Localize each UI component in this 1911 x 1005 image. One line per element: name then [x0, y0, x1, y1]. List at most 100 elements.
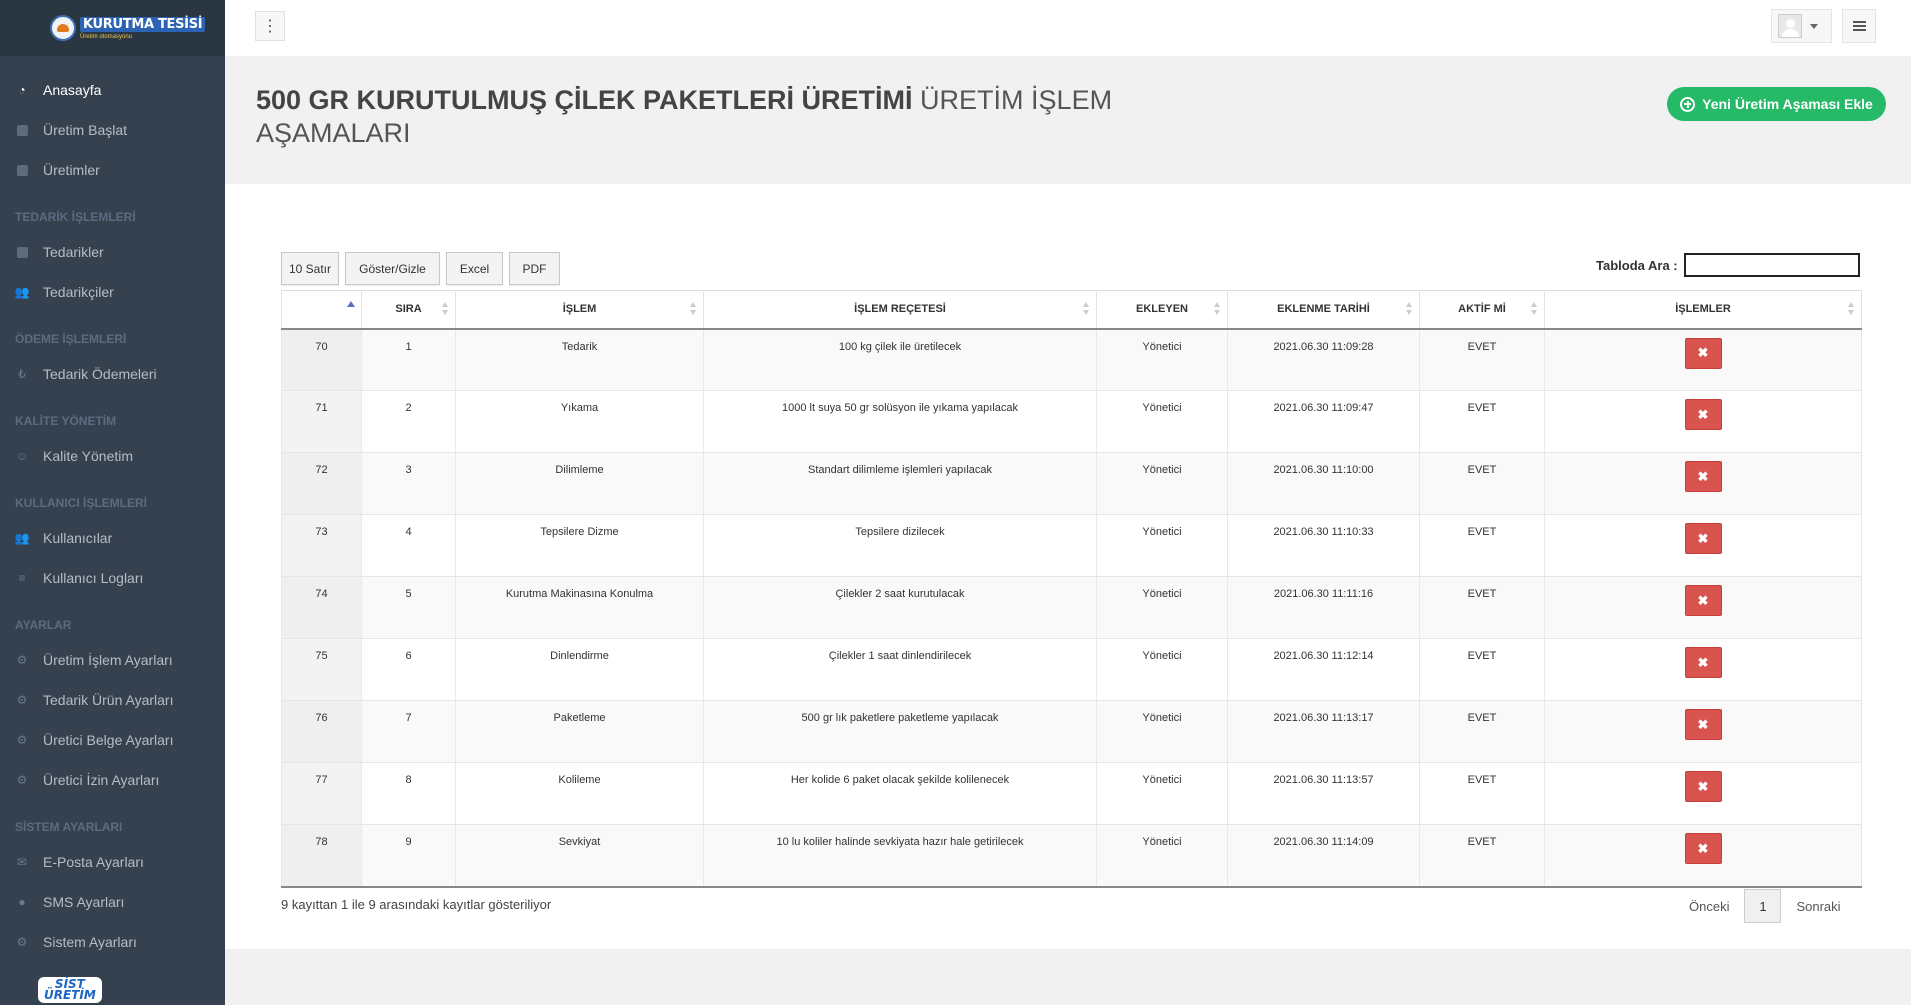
delete-button[interactable]: ✖: [1684, 461, 1722, 492]
quick-sidebar-toggle[interactable]: [1842, 9, 1876, 43]
column-header-id[interactable]: [281, 290, 362, 330]
sidebar-item[interactable]: ✉ E-Posta Ayarları: [0, 842, 225, 882]
sidebar-item[interactable]: 👥 Kullanıcılar: [0, 518, 225, 558]
cell-ekleyen: Yönetici: [1096, 824, 1228, 888]
caret-down-icon: [1810, 23, 1818, 29]
sidebar-item[interactable]: ● SMS Ayarları: [0, 882, 225, 922]
close-icon: ✖: [1697, 592, 1709, 608]
cell-actions: ✖: [1544, 762, 1862, 825]
sidebar-item-label: Üretimler: [43, 162, 100, 178]
gears-icon: ⚙: [16, 693, 28, 707]
column-header-aktif[interactable]: AKTİF Mİ: [1419, 290, 1545, 330]
delete-button[interactable]: ✖: [1684, 771, 1722, 802]
cell-sira: 8: [361, 762, 456, 825]
column-visibility-button[interactable]: Göster/Gizle: [345, 252, 440, 285]
table-row: 70 1 Tedarik 100 kg çilek ile üretilecek Yön…: [281, 328, 1862, 391]
money-icon: ₺: [18, 367, 26, 381]
delete-button[interactable]: ✖: [1684, 399, 1722, 430]
sidebar-item[interactable]: ⚙ Üretim İşlem Ayarları: [0, 640, 225, 680]
delete-button[interactable]: ✖: [1684, 647, 1722, 678]
cell-actions: ✖: [1544, 514, 1862, 577]
brand-tagline: Üretim otomasyonu: [80, 33, 133, 40]
page-1-button[interactable]: 1: [1744, 889, 1782, 923]
export-excel-button[interactable]: Excel: [446, 252, 503, 285]
add-stage-label: Yeni Üretim Aşaması Ekle: [1702, 96, 1873, 112]
cell-tarih: 2021.06.30 11:13:57: [1227, 762, 1420, 825]
cell-aktif: EVET: [1419, 328, 1545, 391]
sort-icon: [1406, 302, 1413, 316]
column-header-islemler[interactable]: İŞLEMLER: [1544, 290, 1862, 330]
sidebar-item-label: Tedarikçiler: [43, 284, 114, 300]
brand-logo[interactable]: KURUTMA TESİSİ Üretim otomasyonu: [0, 0, 225, 56]
table-row: 71 2 Yıkama 1000 lt suya 50 gr solüsyon ile…: [281, 390, 1862, 453]
delete-button[interactable]: ✖: [1684, 337, 1722, 369]
menu-toggle-button[interactable]: ⋮: [255, 11, 285, 41]
sidebar-item[interactable]: Üretimler: [0, 150, 225, 190]
sidebar-item[interactable]: ⚙ Sistem Ayarları: [0, 922, 225, 962]
sidebar-section-heading: ÖDEME İŞLEMLERİ: [15, 332, 127, 346]
close-icon: ✖: [1697, 345, 1709, 360]
cell-aktif: EVET: [1419, 638, 1545, 701]
sidebar-item-label: Üretici İzin Ayarları: [43, 772, 160, 788]
sidebar-item[interactable]: 👥 Tedarikçiler: [0, 272, 225, 312]
export-pdf-button[interactable]: PDF: [509, 252, 560, 285]
cell-actions: ✖: [1544, 328, 1862, 391]
sidebar-item[interactable]: ◔ Anasayfa: [0, 70, 225, 110]
delete-button[interactable]: ✖: [1684, 585, 1722, 616]
table-row: 73 4 Tepsilere Dizme Tepsilere dizilecek Yön…: [281, 514, 1862, 577]
cell-recete: Standart dilimleme işlemleri yapılacak: [703, 452, 1097, 515]
table-header-row: SIRA İŞLEM İŞLEM REÇETESİ EKLEYEN EKLENM…: [281, 290, 1862, 330]
cell-islem: Kurutma Makinasına Konulma: [455, 576, 704, 639]
user-menu-button[interactable]: [1771, 9, 1832, 43]
search-input[interactable]: [1683, 253, 1860, 277]
cell-islem: Tepsilere Dizme: [455, 514, 704, 577]
sidebar-item[interactable]: Tedarikler: [0, 232, 225, 272]
sidebar-item[interactable]: ⚙ Tedarik Ürün Ayarları: [0, 680, 225, 720]
cell-id: 70: [281, 328, 362, 391]
footer-logo: SİST ÜRETİM: [38, 977, 102, 1003]
add-stage-button[interactable]: Yeni Üretim Aşaması Ekle: [1667, 87, 1886, 121]
table-toolbar: 10 Satır Göster/Gizle Excel PDF: [281, 252, 560, 285]
next-page-button[interactable]: Sonraki: [1781, 899, 1855, 914]
sidebar-item[interactable]: ≡ Kullanıcı Logları: [0, 558, 225, 598]
cell-id: 73: [281, 514, 362, 577]
delete-button[interactable]: ✖: [1684, 523, 1722, 554]
table-row: 72 3 Dilimleme Standart dilimleme işlemleri…: [281, 452, 1862, 515]
delete-button[interactable]: ✖: [1684, 833, 1722, 864]
sidebar-item-label: Kalite Yönetim: [43, 448, 134, 464]
cell-id: 72: [281, 452, 362, 515]
cell-islem: Dinlendirme: [455, 638, 704, 701]
top-bar: ⋮: [225, 0, 1911, 56]
sort-asc-icon: [347, 301, 355, 307]
column-header-islem[interactable]: İŞLEM: [455, 290, 704, 330]
cell-recete: 100 kg çilek ile üretilecek: [703, 328, 1097, 391]
cell-sira: 9: [361, 824, 456, 888]
footer-logo-line2: ÜRETİM: [44, 988, 96, 1002]
cell-ekleyen: Yönetici: [1096, 514, 1228, 577]
close-icon: ✖: [1697, 406, 1709, 422]
rows-per-page-button[interactable]: 10 Satır: [281, 252, 339, 285]
cell-islem: Dilimleme: [455, 452, 704, 515]
sidebar-item[interactable]: ⚙ Üretici Belge Ayarları: [0, 720, 225, 760]
avatar: [1778, 14, 1802, 38]
cell-sira: 2: [361, 390, 456, 453]
page-header: 500 GR KURUTULMUŞ ÇİLEK PAKETLERİ ÜRETİM…: [225, 56, 1911, 184]
previous-page-button[interactable]: Önceki: [1674, 899, 1744, 914]
sidebar-section-heading: KALİTE YÖNETİM: [15, 414, 117, 428]
column-header-tarih[interactable]: EKLENME TARİHİ: [1227, 290, 1420, 330]
gears-icon: ⚙: [16, 935, 28, 949]
sidebar-item-label: Üretim Başlat: [43, 122, 128, 138]
cell-recete: 500 gr lık paketlere paketleme yapılacak: [703, 700, 1097, 763]
sidebar-item[interactable]: ₺ Tedarik Ödemeleri: [0, 354, 225, 394]
sidebar-item[interactable]: ⚙ Üretici İzin Ayarları: [0, 760, 225, 800]
cell-tarih: 2021.06.30 11:13:17: [1227, 700, 1420, 763]
column-header-recete[interactable]: İŞLEM REÇETESİ: [703, 290, 1097, 330]
cell-aktif: EVET: [1419, 762, 1545, 825]
kebab-icon: ⋮: [262, 18, 278, 35]
cell-ekleyen: Yönetici: [1096, 700, 1228, 763]
sidebar-item[interactable]: Üretim Başlat: [0, 110, 225, 150]
delete-button[interactable]: ✖: [1684, 709, 1722, 740]
sidebar-item[interactable]: ☺ Kalite Yönetim: [0, 436, 225, 476]
column-header-sira[interactable]: SIRA: [361, 290, 456, 330]
column-header-ekleyen[interactable]: EKLEYEN: [1096, 290, 1228, 330]
